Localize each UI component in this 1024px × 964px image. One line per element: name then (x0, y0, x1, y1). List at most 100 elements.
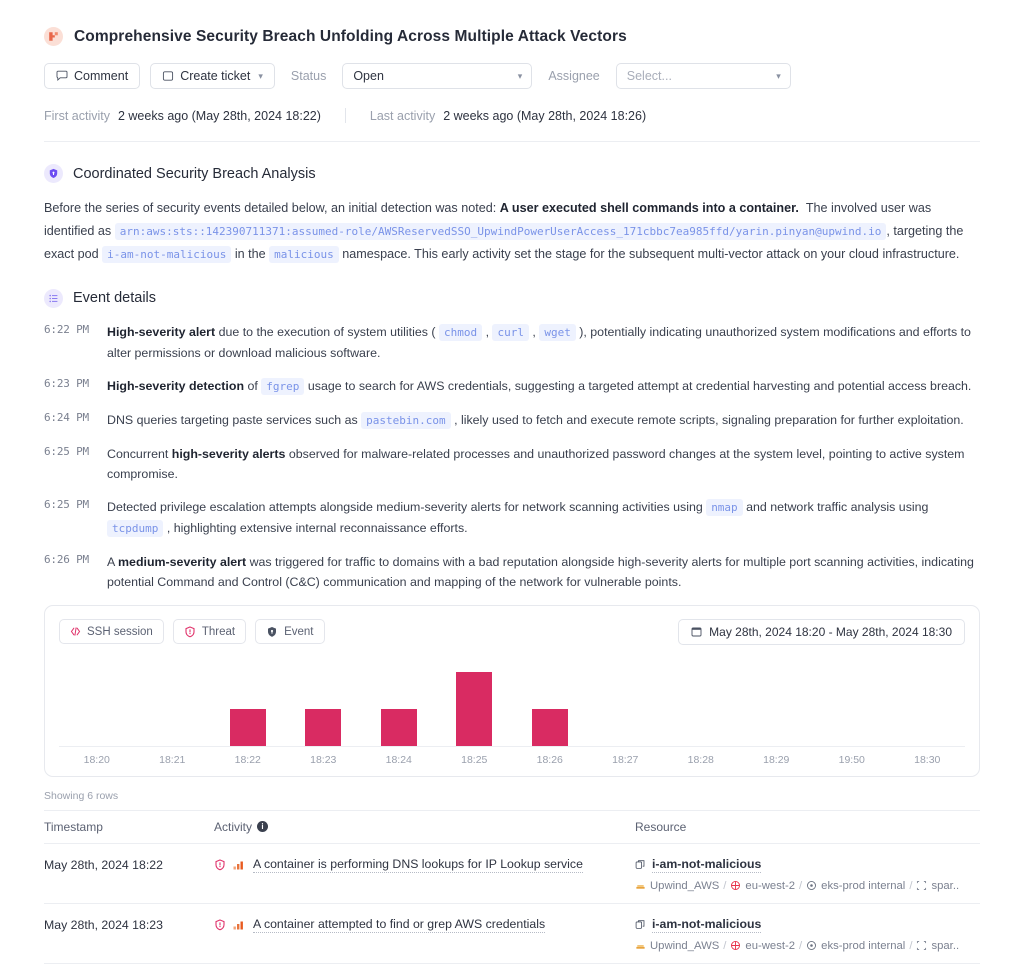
chart-chip-event[interactable]: Event (255, 619, 325, 644)
x-tick-label: 18:29 (763, 753, 790, 766)
x-tick-label: 18:21 (159, 753, 186, 766)
bar[interactable] (380, 708, 417, 746)
event-text-span: A (107, 554, 119, 569)
breadcrumb-separator: / (723, 879, 727, 892)
list-icon (44, 288, 63, 308)
last-activity-value: 2 weeks ago (May 28th, 2024 18:26) (443, 108, 647, 123)
event-list: 6:22 PM High-severity alert due to the ex… (44, 322, 980, 592)
bar[interactable] (531, 708, 568, 746)
threat-shield-icon (214, 858, 226, 871)
event-text-span: usage to search for AWS credentials, sug… (307, 378, 972, 393)
event-text: DNS queries targeting paste services suc… (107, 410, 980, 431)
bar-slot (512, 665, 588, 746)
breadcrumb-label[interactable]: eu-west-2 (745, 940, 795, 952)
event-item: 6:24 PM DNS queries targeting paste servi… (44, 410, 980, 431)
namespace-icon (916, 880, 927, 891)
status-select[interactable]: Open ▾ (342, 63, 533, 89)
activity-chart-card: SSH session Threat Event May 28th, 2024 18… (44, 604, 980, 777)
bar[interactable] (305, 708, 342, 746)
event-text-span: , (532, 324, 536, 339)
cell-activity: A container is performing DNS lookups fo… (214, 857, 635, 873)
cell-resource: i-am-not-malicious Upwind_AWS / eu-west-2 / e… (635, 917, 980, 952)
event-text-bold: High-severity detection (107, 378, 245, 393)
cluster-icon (806, 880, 817, 891)
column-header-timestamp[interactable]: Timestamp (44, 820, 214, 834)
copy-icon[interactable] (635, 859, 646, 870)
events-table: Timestamp Activity i Resource May 28th, … (44, 809, 980, 964)
event-code: curl (492, 323, 529, 341)
breadcrumb-label[interactable]: eu-west-2 (745, 880, 795, 892)
breadcrumb-separator: / (723, 939, 727, 952)
event-text-bold: high-severity alerts (171, 446, 286, 461)
resource-link[interactable]: i-am-not-malicious (652, 917, 762, 933)
analysis-text-5: namespace. This early activity set the s… (342, 247, 960, 261)
bar[interactable] (229, 708, 266, 746)
x-tick-label: 18:26 (536, 753, 563, 766)
assignee-select[interactable]: Select... ▾ (615, 63, 791, 89)
analysis-text-4: in the (234, 247, 266, 261)
analysis-text-bold: A user executed shell commands into a co… (499, 201, 799, 215)
analysis-paragraph: Before the series of security events det… (44, 197, 980, 267)
bar-slot (890, 665, 966, 746)
cell-timestamp: May 28th, 2024 18:22 (44, 857, 163, 872)
section-divider (44, 141, 980, 142)
copy-icon[interactable] (635, 919, 646, 930)
column-header-resource[interactable]: Resource (635, 820, 980, 834)
event-code: wget (539, 323, 576, 341)
chart-chip-label: SSH session (87, 625, 153, 638)
event-text: A medium-severity alert was triggered fo… (107, 552, 980, 592)
breadcrumb-label[interactable]: Upwind_AWS (650, 880, 719, 892)
bar-slot (437, 665, 513, 746)
event-text-span: , likely used to fetch and execute remot… (454, 412, 964, 427)
x-axis-ticks: 18:20 18:21 18:22 18:23 18:24 18:25 18:26 18:27… (59, 754, 965, 766)
chart-chip-ssh-session[interactable]: SSH session (59, 619, 164, 644)
bar-slot (286, 665, 362, 746)
bar-slot (59, 665, 135, 746)
page-title: Comprehensive Security Breach Unfolding … (74, 27, 627, 45)
event-text: Detected privilege escalation attempts a… (107, 497, 980, 539)
table-row[interactable]: May 28th, 2024 18:22 A container is perfo… (44, 844, 980, 904)
event-text-span: , (485, 324, 490, 339)
cell-resource: i-am-not-malicious Upwind_AWS / eu-west-2 / e… (635, 857, 980, 892)
activity-link[interactable]: A container attempted to find or grep AW… (253, 917, 546, 933)
resource-link[interactable]: i-am-not-malicious (652, 857, 762, 873)
breadcrumb-label[interactable]: eks-prod internal (821, 880, 905, 892)
bar-slot (210, 665, 286, 746)
event-code: fgrep (261, 377, 305, 395)
x-tick-label: 18:30 (914, 753, 941, 766)
code-icon (70, 626, 81, 637)
assignee-label: Assignee (548, 69, 600, 83)
x-tick-label: 18:23 (310, 753, 337, 766)
activity-link[interactable]: A container is performing DNS lookups fo… (253, 857, 583, 873)
info-icon[interactable]: i (257, 821, 269, 832)
signal-bars-icon (233, 919, 246, 930)
bar-slot (814, 665, 890, 746)
chart-filter-chips: SSH session Threat Event (59, 619, 325, 644)
event-text-span: of (247, 378, 258, 393)
date-range-picker[interactable]: May 28th, 2024 18:20 - May 28th, 2024 18… (678, 618, 965, 645)
bar[interactable] (456, 671, 493, 746)
event-text-span: DNS queries targeting paste services suc… (107, 412, 358, 427)
bar-slot (739, 665, 815, 746)
create-ticket-button[interactable]: Create ticket ▾ (150, 63, 275, 89)
column-header-activity-label: Activity (214, 819, 253, 834)
breadcrumb-label[interactable]: Upwind_AWS (650, 940, 719, 952)
breadcrumb-label[interactable]: spar.. (931, 880, 959, 892)
event-code: nmap (706, 498, 743, 516)
breadcrumb-label[interactable]: eks-prod internal (821, 940, 905, 952)
chart-chip-threat[interactable]: Threat (172, 619, 247, 644)
breadcrumb-label[interactable]: spar.. (931, 940, 959, 952)
column-header-activity[interactable]: Activity i (214, 820, 635, 834)
event-time: 6:23 PM (44, 376, 89, 390)
chevron-down-icon: ▾ (517, 70, 523, 81)
region-globe-icon (730, 940, 741, 951)
cloud-account-icon (635, 880, 646, 891)
row-count-label: Showing 6 rows (44, 789, 119, 802)
create-ticket-label: Create ticket (180, 69, 251, 83)
event-time: 6:25 PM (44, 497, 89, 511)
comment-button[interactable]: Comment (44, 63, 141, 89)
cloud-account-icon (635, 940, 646, 951)
resource-breadcrumb: Upwind_AWS / eu-west-2 / eks-prod internal / s… (635, 880, 980, 892)
chart-chip-label: Threat (201, 625, 236, 638)
resource-breadcrumb: Upwind_AWS / eu-west-2 / eks-prod internal / s… (635, 940, 980, 952)
